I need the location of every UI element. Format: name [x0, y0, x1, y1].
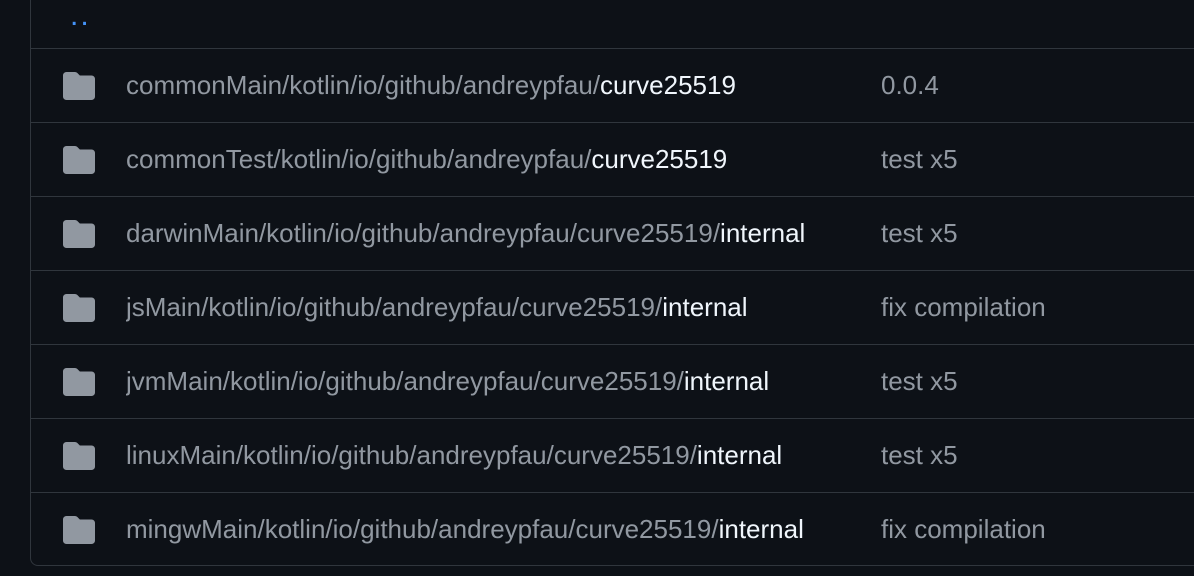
commit-message-link[interactable]: test x5	[881, 123, 958, 196]
directory-name-link[interactable]: linuxMain/kotlin/io/github/andreypfau/cu…	[126, 419, 846, 492]
table-row[interactable]: jvmMain/kotlin/io/github/andreypfau/curv…	[31, 345, 1194, 419]
folder-icon	[63, 146, 95, 174]
folder-icon	[63, 442, 95, 470]
commit-message-link[interactable]: test x5	[881, 197, 958, 270]
directory-path-last: internal	[720, 218, 806, 248]
directory-path-prefix: darwinMain/kotlin/io/github/andreypfau/c…	[126, 218, 721, 248]
directory-name-link[interactable]: jsMain/kotlin/io/github/andreypfau/curve…	[126, 271, 846, 344]
table-row[interactable]: mingwMain/kotlin/io/github/andreypfau/cu…	[31, 493, 1194, 565]
directory-name-link[interactable]: jvmMain/kotlin/io/github/andreypfau/curv…	[126, 345, 846, 418]
directory-path-prefix: jsMain/kotlin/io/github/andreypfau/curve…	[126, 292, 663, 322]
folder-icon	[63, 516, 95, 544]
directory-path-prefix: mingwMain/kotlin/io/github/andreypfau/cu…	[126, 514, 719, 544]
directory-path-prefix: jvmMain/kotlin/io/github/andreypfau/curv…	[126, 366, 684, 396]
folder-icon	[63, 72, 95, 100]
directory-path-prefix: linuxMain/kotlin/io/github/andreypfau/cu…	[126, 440, 697, 470]
directory-name-link[interactable]: commonTest/kotlin/io/github/andreypfau/c…	[126, 123, 846, 196]
file-list-panel: .. commonMain/kotlin/io/github/andreypfa…	[30, 0, 1194, 566]
table-row[interactable]: commonTest/kotlin/io/github/andreypfau/c…	[31, 123, 1194, 197]
table-row[interactable]: commonMain/kotlin/io/github/andreypfau/c…	[31, 49, 1194, 123]
commit-message-link[interactable]: test x5	[881, 345, 958, 418]
commit-message-link[interactable]: fix compilation	[881, 493, 1046, 565]
folder-icon	[63, 368, 95, 396]
directory-path-prefix: commonTest/kotlin/io/github/andreypfau/	[126, 144, 592, 174]
directory-path-last: internal	[718, 514, 804, 544]
folder-icon	[63, 294, 95, 322]
commit-message-link[interactable]: test x5	[881, 419, 958, 492]
directory-path-last: curve25519	[600, 70, 736, 100]
directory-path-last: curve25519	[591, 144, 728, 174]
parent-directory-link[interactable]: ..	[70, 1, 91, 31]
table-row[interactable]: darwinMain/kotlin/io/github/andreypfau/c…	[31, 197, 1194, 271]
directory-name-link[interactable]: commonMain/kotlin/io/github/andreypfau/c…	[126, 49, 846, 122]
table-row[interactable]: jsMain/kotlin/io/github/andreypfau/curve…	[31, 271, 1194, 345]
commit-message-link[interactable]: 0.0.4	[881, 49, 939, 122]
parent-directory-row[interactable]: ..	[31, 0, 1194, 49]
directory-path-last: internal	[662, 292, 748, 322]
directory-path-prefix: commonMain/kotlin/io/github/andreypfau/	[126, 70, 601, 100]
table-row[interactable]: linuxMain/kotlin/io/github/andreypfau/cu…	[31, 419, 1194, 493]
commit-message-link[interactable]: fix compilation	[881, 271, 1046, 344]
folder-icon	[63, 220, 95, 248]
directory-name-link[interactable]: darwinMain/kotlin/io/github/andreypfau/c…	[126, 197, 846, 270]
directory-path-last: internal	[696, 440, 783, 470]
directory-path-last: internal	[683, 366, 770, 396]
directory-name-link[interactable]: mingwMain/kotlin/io/github/andreypfau/cu…	[126, 493, 846, 565]
